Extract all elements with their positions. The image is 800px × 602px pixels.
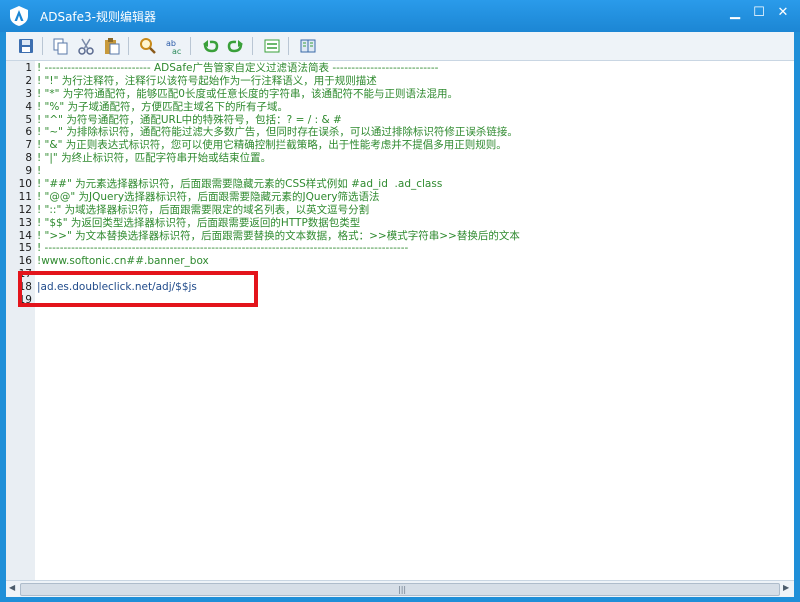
toolbar-separator [128,37,129,55]
line-text: ! "%" 为子域通配符，方便匹配主域名下的所有子域。 [37,100,289,113]
line-number: 15 [18,242,32,255]
editor-line[interactable]: 15 ! ------------------------------------… [6,242,794,255]
line-number: 7 [25,139,32,152]
line-number: 3 [25,87,32,100]
rule-editor[interactable]: 1 ! ---------------------------- ADSafe广告… [6,61,794,580]
line-text: ! --------------------------------------… [37,242,409,255]
line-text: ! "@@" 为JQuery选择器标识符，后面跟需要隐藏元素的JQuery筛选语… [37,190,380,203]
editor-line[interactable]: 5 ! "^" 为符号通配符，通配URL中的特殊符号，包括：? = / : & # [6,114,794,127]
line-number: 10 [18,178,32,191]
line-text: ! "::" 为域选择器标识符，后面跟需要限定的域名列表，以英文逗号分割 [37,203,370,216]
editor-line[interactable]: 9! [6,165,794,178]
editor-line[interactable]: 8 ! "|" 为终止标识符，匹配字符串开始或结束位置。 [6,152,794,165]
editor-line[interactable]: 14 ! ">>" 为文本替换选择器标识符，后面跟需要替换的文本数据，格式：>>模… [6,230,794,243]
svg-text:ac: ac [172,47,181,56]
editor-line[interactable]: 16 !www.softonic.cn##.banner_box [6,255,794,268]
line-text: ! "^" 为符号通配符，通配URL中的特殊符号，包括：? = / : & # [37,113,342,126]
replace-icon[interactable]: abac [164,36,184,56]
line-text: ! "&" 为正则表达式标识符，您可以使用它精确控制拦截策略，出于性能考虑并不提… [37,139,507,152]
line-text: ! "|" 为终止标识符，匹配字符串开始或结束位置。 [37,152,272,165]
line-number: 4 [25,100,32,113]
editor-line[interactable]: 13 ! "$$" 为返回类型选择器标识符，后面跟需要返回的HTTP数据包类型 [6,217,794,230]
line-text: ! "~" 为排除标识符，通配符能过滤大多数广告，但同时存在误杀，可以通过排除标… [37,126,518,139]
line-number: 12 [18,203,32,216]
line-number: 9 [25,165,32,178]
line-number: 8 [25,152,32,165]
minimize-button[interactable]: ▁ [724,4,746,22]
save-icon[interactable] [16,36,36,56]
book-icon[interactable] [298,36,318,56]
line-number: 13 [18,216,32,229]
toggle-view-icon[interactable] [262,36,282,56]
line-text: ! ---------------------------- ADSafe广告管… [37,62,439,74]
toolbar: ab ac [6,32,794,61]
line-text: ! "!" 为行注释符，注释行以该符号起始作为一行注释语义，用于规则描述 [37,74,377,87]
line-text: ! ">>" 为文本替换选择器标识符，后面跟需要替换的文本数据，格式：>>模式字… [37,229,520,242]
line-text: ! "*" 为字符通配符，能够匹配0长度或任意长度的字符串，该通配符不能与正则语… [37,87,458,100]
editor-line[interactable]: 7 ! "&" 为正则表达式标识符，您可以使用它精确控制拦截策略，出于性能考虑并不… [6,139,794,152]
maximize-button[interactable]: ☐ [748,4,770,22]
editor-line[interactable]: 4 ! "%" 为子域通配符，方便匹配主域名下的所有子域。 [6,101,794,114]
title-bar: ADSafe3-规则编辑器 ▁ ☐ ✕ [0,0,800,32]
editor-line[interactable]: 12 ! "::" 为域选择器标识符，后面跟需要限定的域名列表，以英文逗号分割 [6,204,794,217]
scroll-grip: ||| [398,585,407,594]
paste-icon[interactable] [102,36,122,56]
window-title: ADSafe3-规则编辑器 [40,10,156,24]
line-number: 16 [18,255,32,268]
line-number: 11 [18,190,32,203]
line-text: ! [37,165,42,178]
line-text: ! "##" 为元素选择器标识符，后面跟需要隐藏元素的CSS样式例如 #ad_i… [37,178,443,191]
line-number: 2 [25,74,32,87]
line-number: 1 [25,62,32,74]
cut-icon[interactable] [76,36,96,56]
editor-line[interactable]: 2 ! "!" 为行注释符，注释行以该符号起始作为一行注释语义，用于规则描述 [6,75,794,88]
line-text: ! "$$" 为返回类型选择器标识符，后面跟需要返回的HTTP数据包类型 [37,216,361,229]
copy-icon[interactable] [50,36,70,56]
line-text: !www.softonic.cn##.banner_box [37,255,209,268]
scroll-left-arrow-icon[interactable]: ◀ [9,583,15,592]
editor-line[interactable]: 11 ! "@@" 为JQuery选择器标识符，后面跟需要隐藏元素的JQuery筛… [6,191,794,204]
highlight-box [18,271,258,307]
line-number: 14 [18,229,32,242]
editor-line[interactable]: 6 ! "~" 为排除标识符，通配符能过滤大多数广告，但同时存在误杀，可以通过排除… [6,126,794,139]
redo-icon[interactable] [226,36,246,56]
toolbar-separator [252,37,253,55]
editor-line[interactable]: 1 ! ---------------------------- ADSafe广告… [6,62,794,75]
scroll-right-arrow-icon[interactable]: ▶ [783,583,789,592]
horizontal-scrollbar[interactable]: ◀ ||| ▶ [6,580,794,597]
editor-line[interactable]: 10 ! "##" 为元素选择器标识符，后面跟需要隐藏元素的CSS样式例如 #ad… [6,178,794,191]
line-number: 5 [25,113,32,126]
undo-icon[interactable] [200,36,220,56]
toolbar-separator [190,37,191,55]
line-number: 6 [25,126,32,139]
editor-line[interactable]: 3 ! "*" 为字符通配符，能够匹配0长度或任意长度的字符串，该通配符不能与正则… [6,88,794,101]
adsafe-logo-icon [10,6,28,26]
toolbar-separator [288,37,289,55]
scroll-thumb[interactable]: ||| [20,583,780,596]
toolbar-separator [42,37,43,55]
close-button[interactable]: ✕ [772,4,794,22]
find-icon[interactable] [138,36,158,56]
